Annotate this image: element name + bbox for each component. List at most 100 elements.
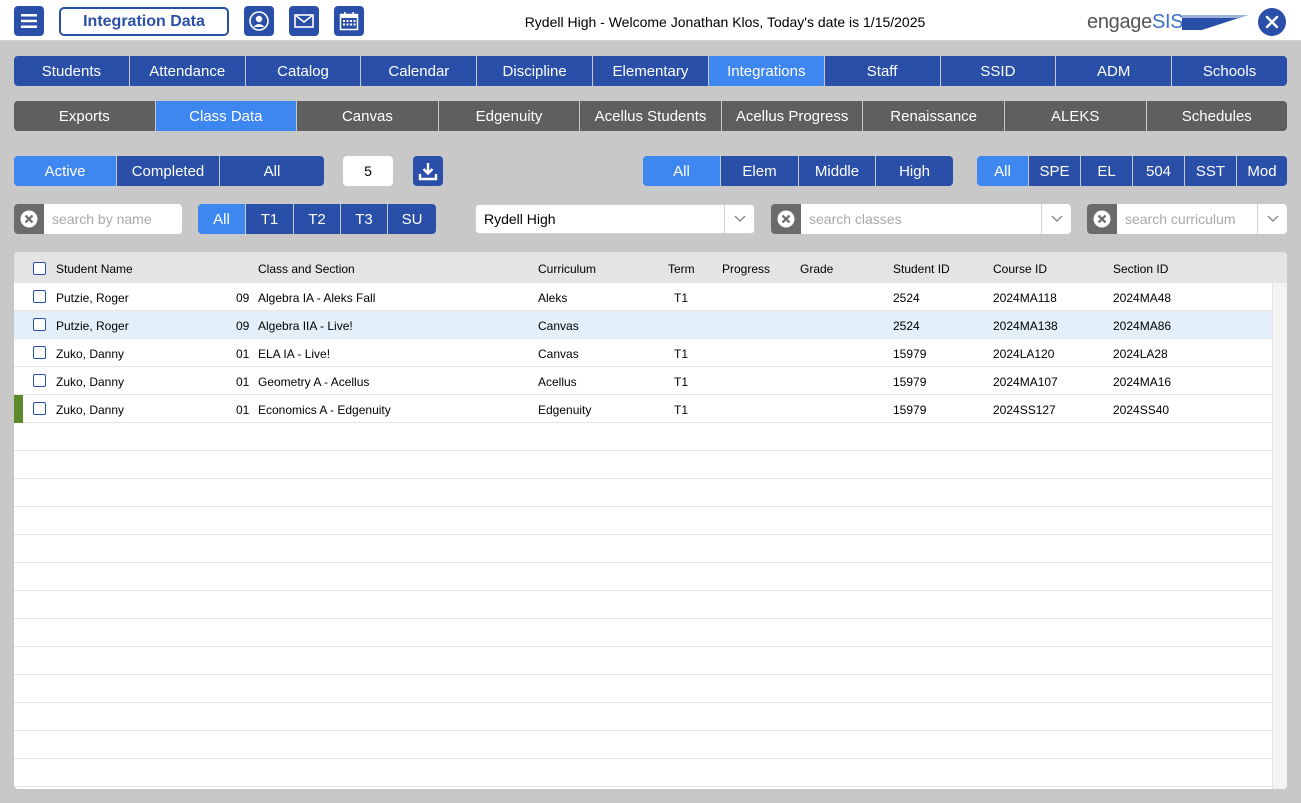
- download-icon: [418, 163, 438, 181]
- nav-elementary[interactable]: Elementary: [593, 56, 709, 86]
- status-completed-button[interactable]: Completed: [117, 156, 220, 186]
- subnav-renaissance[interactable]: Renaissance: [863, 101, 1005, 131]
- cell-section-id: 2024LA28: [1113, 347, 1168, 361]
- nav-schools[interactable]: Schools: [1172, 56, 1287, 86]
- school-select[interactable]: Rydell High: [475, 204, 755, 234]
- table-row[interactable]: Putzie, Roger 09 Algebra IIA - Live! Canvas…: [14, 311, 1272, 339]
- program-el-button[interactable]: EL: [1081, 156, 1133, 186]
- chevron-down-icon[interactable]: [1257, 204, 1287, 234]
- cell-term: T1: [674, 347, 689, 361]
- curriculum-search: [1087, 204, 1287, 234]
- subnav-canvas[interactable]: Canvas: [297, 101, 439, 131]
- row-checkbox[interactable]: [33, 290, 46, 303]
- page-title[interactable]: Integration Data: [59, 7, 229, 36]
- col-class-section[interactable]: Class and Section: [258, 262, 355, 276]
- calendar-button[interactable]: [334, 6, 364, 36]
- program-504-button[interactable]: 504: [1133, 156, 1185, 186]
- cell-student-id: 2524: [893, 319, 920, 333]
- subnav-acellus-progress[interactable]: Acellus Progress: [721, 101, 864, 131]
- term-t3-button[interactable]: T3: [341, 204, 388, 234]
- subnav-edgenuity[interactable]: Edgenuity: [438, 101, 581, 131]
- nav-catalog[interactable]: Catalog: [245, 56, 362, 86]
- cell-grade-level: 09: [236, 291, 250, 305]
- select-all-checkbox[interactable]: [33, 262, 46, 275]
- nav-staff[interactable]: Staff: [824, 56, 941, 86]
- term-all-button[interactable]: All: [198, 204, 246, 234]
- nav-students[interactable]: Students: [14, 56, 130, 86]
- col-student-name[interactable]: Student Name: [56, 262, 133, 276]
- empty-row: [14, 451, 1272, 479]
- subnav-aleks[interactable]: ALEKS: [1004, 101, 1147, 131]
- program-sst-button[interactable]: SST: [1185, 156, 1237, 186]
- search-classes-input[interactable]: [801, 204, 1041, 234]
- table-row[interactable]: Zuko, Danny 01 ELA IA - Live! Canvas T1 15979…: [14, 339, 1272, 367]
- vertical-scrollbar[interactable]: [1272, 283, 1287, 789]
- school-select-value: Rydell High: [484, 211, 556, 227]
- row-checkbox[interactable]: [33, 402, 46, 415]
- logo-flag-icon: [1182, 15, 1249, 30]
- empty-row: [14, 591, 1272, 619]
- row-checkbox[interactable]: [33, 318, 46, 331]
- cell-curriculum: Edgenuity: [538, 403, 592, 417]
- status-filter: Active Completed All: [14, 156, 324, 186]
- col-course-id[interactable]: Course ID: [993, 262, 1047, 276]
- profile-button[interactable]: [244, 6, 274, 36]
- cell-class-section: Algebra IA - Aleks Fall: [258, 291, 376, 305]
- table-row[interactable]: Putzie, Roger 09 Algebra IA - Aleks Fall Al…: [14, 283, 1272, 311]
- term-t1-button[interactable]: T1: [246, 204, 294, 234]
- col-term[interactable]: Term: [668, 262, 695, 276]
- level-all-button[interactable]: All: [643, 156, 721, 186]
- row-checkbox[interactable]: [33, 374, 46, 387]
- search-curriculum-input[interactable]: [1117, 204, 1257, 234]
- subnav-exports[interactable]: Exports: [14, 101, 156, 131]
- menu-button[interactable]: [14, 6, 44, 36]
- col-grade[interactable]: Grade: [800, 262, 833, 276]
- level-high-button[interactable]: High: [876, 156, 953, 186]
- table-row[interactable]: Zuko, Danny 01 Geometry A - Acellus Acellus…: [14, 367, 1272, 395]
- term-su-button[interactable]: SU: [388, 204, 436, 234]
- table-row[interactable]: Zuko, Danny 01 Economics A - Edgenuity Edge…: [14, 395, 1272, 423]
- subnav-schedules[interactable]: Schedules: [1146, 101, 1288, 131]
- program-all-button[interactable]: All: [977, 156, 1029, 186]
- col-curriculum[interactable]: Curriculum: [538, 262, 596, 276]
- chevron-down-icon[interactable]: [1041, 204, 1071, 234]
- cell-curriculum: Canvas: [538, 319, 579, 333]
- empty-row: [14, 759, 1272, 787]
- status-active-button[interactable]: Active: [14, 156, 117, 186]
- col-progress[interactable]: Progress: [722, 262, 770, 276]
- program-mod-button[interactable]: Mod: [1237, 156, 1287, 186]
- level-elem-button[interactable]: Elem: [721, 156, 799, 186]
- nav-ssid[interactable]: SSID: [940, 56, 1057, 86]
- cell-student-name: Putzie, Roger: [56, 291, 129, 305]
- clear-icon: [777, 210, 795, 228]
- nav-integrations[interactable]: Integrations: [708, 56, 825, 86]
- close-icon: [1265, 15, 1279, 29]
- search-name-input[interactable]: [44, 204, 182, 234]
- nav-attendance[interactable]: Attendance: [129, 56, 246, 86]
- status-all-button[interactable]: All: [220, 156, 324, 186]
- class-data-table: Student Name Class and Section Curriculu…: [14, 252, 1287, 789]
- empty-row: [14, 535, 1272, 563]
- clear-name-search-button[interactable]: [14, 204, 44, 234]
- nav-discipline[interactable]: Discipline: [477, 56, 594, 86]
- clear-classes-search-button[interactable]: [771, 204, 801, 234]
- col-student-id[interactable]: Student ID: [893, 262, 950, 276]
- subnav-class-data[interactable]: Class Data: [155, 101, 298, 131]
- clear-curriculum-search-button[interactable]: [1087, 204, 1117, 234]
- subnav-acellus-students[interactable]: Acellus Students: [580, 101, 722, 131]
- program-spe-button[interactable]: SPE: [1029, 156, 1081, 186]
- download-button[interactable]: [413, 156, 443, 186]
- empty-row: [14, 619, 1272, 647]
- cell-course-id: 2024LA120: [993, 347, 1055, 361]
- col-section-id[interactable]: Section ID: [1113, 262, 1168, 276]
- cell-grade-level: 01: [236, 375, 250, 389]
- nav-adm[interactable]: ADM: [1056, 56, 1173, 86]
- mail-button[interactable]: [289, 6, 319, 36]
- close-button[interactable]: [1258, 8, 1286, 36]
- row-checkbox[interactable]: [33, 346, 46, 359]
- term-t2-button[interactable]: T2: [294, 204, 341, 234]
- empty-row: [14, 703, 1272, 731]
- nav-calendar[interactable]: Calendar: [361, 56, 478, 86]
- engagesis-logo: engage SIS: [1087, 9, 1252, 35]
- level-middle-button[interactable]: Middle: [799, 156, 876, 186]
